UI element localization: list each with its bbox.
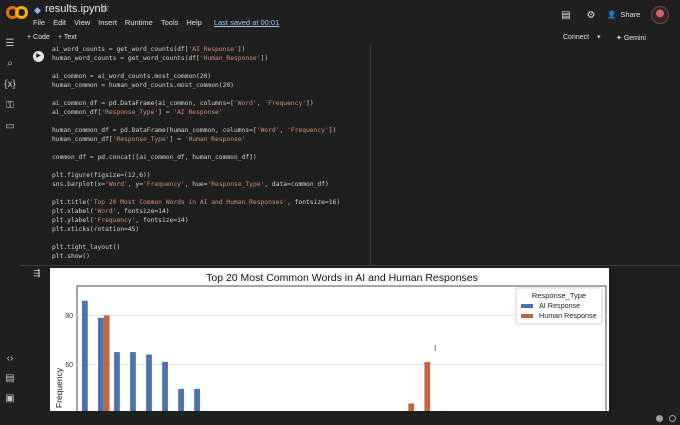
code-line: human_common_df['Response_Type'] = 'Huma… xyxy=(52,136,246,143)
code-line: ai_common_df = pd.DataFrame(ai_common, c… xyxy=(52,100,314,107)
bar-ai xyxy=(82,300,88,411)
colab-logo[interactable] xyxy=(6,6,28,20)
share-button[interactable]: 👤 Share xyxy=(607,10,640,19)
menu-help[interactable]: Help xyxy=(186,18,201,27)
gemini-button[interactable]: ✦ Gemini xyxy=(616,34,646,42)
legend-title: Response_Type xyxy=(532,291,586,300)
connect-button[interactable]: Connect xyxy=(563,34,589,41)
code-editor[interactable]: ai_word_counts = get_word_counts(df['AI_… xyxy=(52,45,370,265)
code-line: human_common_df = pd.DataFrame(human_com… xyxy=(52,127,337,134)
gear-icon[interactable]: ⚙ xyxy=(585,10,597,22)
menu-bar: File Edit View Insert Runtime Tools Help… xyxy=(33,18,279,27)
code-line: human_common = human_word_counts.most_co… xyxy=(52,82,234,89)
code-line: plt.xticks(rotation=45) xyxy=(52,226,140,233)
bar-ai xyxy=(162,361,168,411)
variables-icon[interactable]: {x} xyxy=(4,79,16,91)
code-line: ai_word_counts = get_word_counts(df['AI_… xyxy=(52,46,246,53)
key-icon[interactable]: ⚿ xyxy=(4,100,16,112)
code-line: ai_common = ai_word_counts.most_common(2… xyxy=(52,73,212,80)
bar-ai xyxy=(178,388,184,411)
legend-entry: AI Response xyxy=(539,301,580,310)
chart-title: Top 20 Most Common Words in AI and Human… xyxy=(206,272,478,284)
left-rail: ☰ ⌕ {x} ⚿ ▭ ‹› ▤ ▣ xyxy=(0,32,20,425)
command-palette-icon[interactable]: ▤ xyxy=(4,373,16,385)
bar-ai xyxy=(98,317,104,411)
bar-ai xyxy=(130,352,136,411)
text-cursor-icon: I xyxy=(434,344,437,353)
cell-divider xyxy=(20,265,680,266)
code-line: ai_common_df['Response_Type'] = 'AI Resp… xyxy=(52,109,223,116)
legend-entry: Human Response xyxy=(539,311,597,320)
close-icon[interactable] xyxy=(669,415,676,422)
code-line: plt.tight_layout() xyxy=(52,244,121,251)
editor-ruler xyxy=(370,46,371,266)
menu-runtime[interactable]: Runtime xyxy=(125,18,153,27)
bar-human xyxy=(424,361,431,411)
comment-icon[interactable]: ▤ xyxy=(560,10,572,22)
chart-output: 406080Top 20 Most Common Words in AI and… xyxy=(50,268,609,411)
last-saved-link[interactable]: Last saved at 00:01 xyxy=(214,18,279,27)
add-text-button[interactable]: + Text xyxy=(58,34,77,41)
legend-swatch xyxy=(521,304,533,308)
y-tick-label: 80 xyxy=(65,313,73,320)
menu-tools[interactable]: Tools xyxy=(161,18,179,27)
output-menu-icon[interactable]: ⇶ xyxy=(33,268,41,279)
code-line: plt.title('Top 20 Most Common Words in A… xyxy=(52,199,341,206)
menu-edit[interactable]: Edit xyxy=(53,18,66,27)
gemini-icon: ✦ xyxy=(616,35,624,42)
drive-icon: ◆ xyxy=(34,5,41,15)
y-axis-label: Frequency xyxy=(54,367,64,408)
share-icon: 👤 xyxy=(607,10,617,19)
menu-insert[interactable]: Insert xyxy=(98,18,117,27)
folder-icon[interactable]: ▭ xyxy=(4,121,16,133)
y-tick-label: 60 xyxy=(65,362,73,369)
terminal-icon[interactable]: ▣ xyxy=(4,393,16,405)
share-label: Share xyxy=(620,10,641,19)
bar-ai xyxy=(114,352,120,411)
code-snippets-icon[interactable]: ‹› xyxy=(4,353,16,365)
add-code-button[interactable]: + Code xyxy=(27,34,50,41)
notebook-toolbar: + Code + Text Connect ▾ ✦ Gemini xyxy=(0,32,680,46)
menu-view[interactable]: View xyxy=(74,18,90,27)
code-line: plt.figure(figsize=(12,6)) xyxy=(52,172,151,179)
menu-file[interactable]: File xyxy=(33,18,45,27)
status-dot xyxy=(656,415,663,422)
run-cell-button[interactable]: ▶ xyxy=(33,51,44,62)
app-header: ◆ results.ipynb ☆ File Edit View Insert … xyxy=(0,0,680,32)
bar-ai xyxy=(146,354,152,411)
bar-human xyxy=(103,315,110,411)
legend-swatch xyxy=(521,314,533,318)
code-line: human_word_counts = get_word_counts(df['… xyxy=(52,55,269,62)
code-line: plt.show() xyxy=(52,253,90,260)
code-line: sns.barplot(x='Word', y='Frequency', hue… xyxy=(52,181,329,188)
status-bar xyxy=(0,411,680,425)
gemini-label: Gemini xyxy=(623,35,646,42)
code-line: common_df = pd.concat([ai_common_df, hum… xyxy=(52,154,257,161)
notebook-title[interactable]: results.ipynb xyxy=(45,3,107,15)
avatar[interactable] xyxy=(651,6,669,24)
code-line: plt.xlabel('Word', fontsize=14) xyxy=(52,208,170,215)
star-icon[interactable]: ☆ xyxy=(101,3,110,14)
bar-chart: 406080Top 20 Most Common Words in AI and… xyxy=(54,272,607,411)
toc-icon[interactable]: ☰ xyxy=(4,38,16,50)
bar-ai xyxy=(194,388,200,411)
chevron-down-icon[interactable]: ▾ xyxy=(597,33,601,41)
code-line: plt.ylabel('Frequency', fontsize=14) xyxy=(52,217,189,224)
bar-human xyxy=(408,403,415,411)
search-icon[interactable]: ⌕ xyxy=(4,58,16,70)
